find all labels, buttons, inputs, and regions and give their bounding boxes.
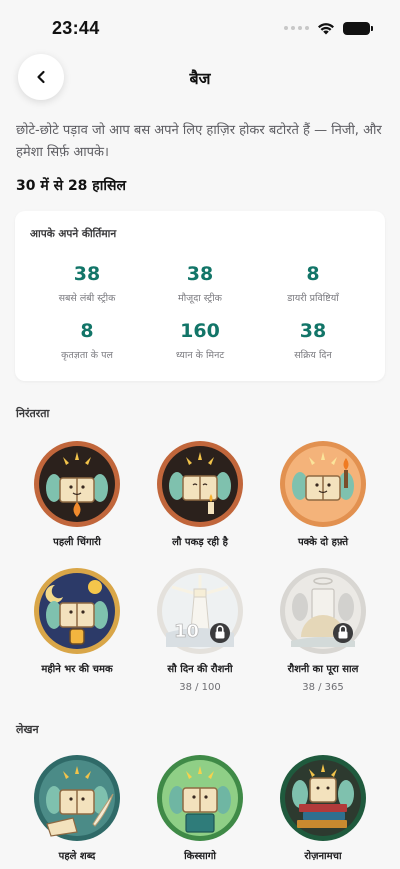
- records-card: आपके अपने कीर्तिमान 38 सबसे लंबी स्ट्रीक…: [15, 211, 385, 381]
- stat-value: 8: [80, 320, 94, 342]
- status-time: 23:44: [52, 17, 100, 38]
- badge-full-year-light[interactable]: रौशनी का पूरा साल 38 / 365: [263, 567, 383, 693]
- badge-book-quill-icon: [34, 755, 120, 841]
- badge-name: पक्के दो हफ़्ते: [297, 537, 349, 548]
- badge-storyteller[interactable]: किस्सागो: [140, 754, 260, 864]
- status-icons: [284, 21, 373, 35]
- stat-label: मौजूदा स्ट्रीक: [178, 293, 222, 304]
- badge-name: सौ दिन की रौशनी: [167, 664, 233, 675]
- wifi-icon: [318, 22, 334, 34]
- stat-value: 38: [73, 263, 101, 285]
- back-chevron-icon: [37, 70, 45, 84]
- stat-active-days: 38 सक्रिय दिन: [253, 320, 373, 361]
- stat-label: कृतज्ञता के पल: [61, 350, 113, 361]
- badge-book-stack-icon: [280, 755, 366, 841]
- badge-first-words[interactable]: पहले शब्द: [17, 754, 137, 864]
- stat-label: डायरी प्रविष्टियाँ: [287, 293, 339, 304]
- page-title: बैज: [189, 69, 211, 88]
- badge-name: पहली चिंगारी: [53, 537, 101, 548]
- svg-text:10: 10: [174, 621, 199, 642]
- badge-name: रौशनी का पूरा साल: [287, 664, 359, 675]
- signal-icon: [284, 26, 309, 30]
- nav-bar: बैज: [0, 52, 400, 104]
- badge-book-reading-icon: [157, 755, 243, 841]
- badge-book-flame-icon: [34, 441, 120, 527]
- badge-name: लौ पकड़ रही है: [172, 537, 228, 548]
- badge-daily-journal[interactable]: रोज़नामचा: [263, 754, 383, 864]
- status-bar: 23:44: [0, 0, 400, 56]
- stat-label: सक्रिय दिन: [294, 350, 332, 361]
- badge-book-torch-icon: [280, 441, 366, 527]
- stat-value: 38: [186, 263, 214, 285]
- stat-gratitude-moments: 8 कृतज्ञता के पल: [27, 320, 147, 361]
- badge-book-halo-locked-icon: [280, 568, 366, 654]
- records-title: आपके अपने कीर्तिमान: [30, 228, 117, 240]
- lock-icon: [333, 623, 353, 643]
- badge-name: पहले शब्द: [58, 851, 96, 862]
- badge-lighthouse-locked-icon: 10: [157, 568, 243, 654]
- badge-catching-flame[interactable]: लौ पकड़ रही है: [140, 440, 260, 550]
- battery-icon: [343, 21, 373, 35]
- lock-icon: [210, 623, 230, 643]
- intro-text: छोटे-छोटे पड़ाव जो आप बस अपने लिए हाज़िर…: [16, 123, 382, 160]
- stat-value: 8: [306, 263, 320, 285]
- stat-meditation-minutes: 160 ध्यान के मिनट: [140, 320, 260, 361]
- stat-current-streak: 38 मौजूदा स्ट्रीक: [140, 263, 260, 304]
- stat-label: ध्यान के मिनट: [175, 350, 225, 361]
- stat-value: 38: [299, 320, 327, 342]
- stat-journal-entries: 8 डायरी प्रविष्टियाँ: [253, 263, 373, 304]
- badge-solid-two-weeks[interactable]: पक्के दो हफ़्ते: [263, 440, 383, 550]
- badge-hundred-days-light[interactable]: 10 सौ दिन की रौशनी 38 / 100: [140, 567, 260, 693]
- badge-name: महीने भर की चमक: [41, 664, 113, 675]
- back-button[interactable]: [18, 54, 64, 100]
- badge-book-candle-icon: [157, 441, 243, 527]
- badge-first-spark[interactable]: पहली चिंगारी: [17, 440, 137, 550]
- stat-longest-streak: 38 सबसे लंबी स्ट्रीक: [27, 263, 147, 304]
- section-title-writing: लेखन: [16, 723, 39, 736]
- section-title-consistency: निरंतरता: [16, 407, 50, 420]
- stat-label: सबसे लंबी स्ट्रीक: [58, 293, 116, 304]
- stat-value: 160: [180, 320, 220, 342]
- badges-progress-summary: 30 में से 28 हासिल: [16, 178, 126, 194]
- badge-progress: 38 / 100: [179, 682, 221, 693]
- badge-month-glow[interactable]: महीने भर की चमक: [17, 567, 137, 677]
- badge-book-moon-lantern-icon: [34, 568, 120, 654]
- badge-progress: 38 / 365: [302, 682, 344, 693]
- badge-name: रोज़नामचा: [304, 851, 342, 862]
- badge-name: किस्सागो: [184, 851, 216, 862]
